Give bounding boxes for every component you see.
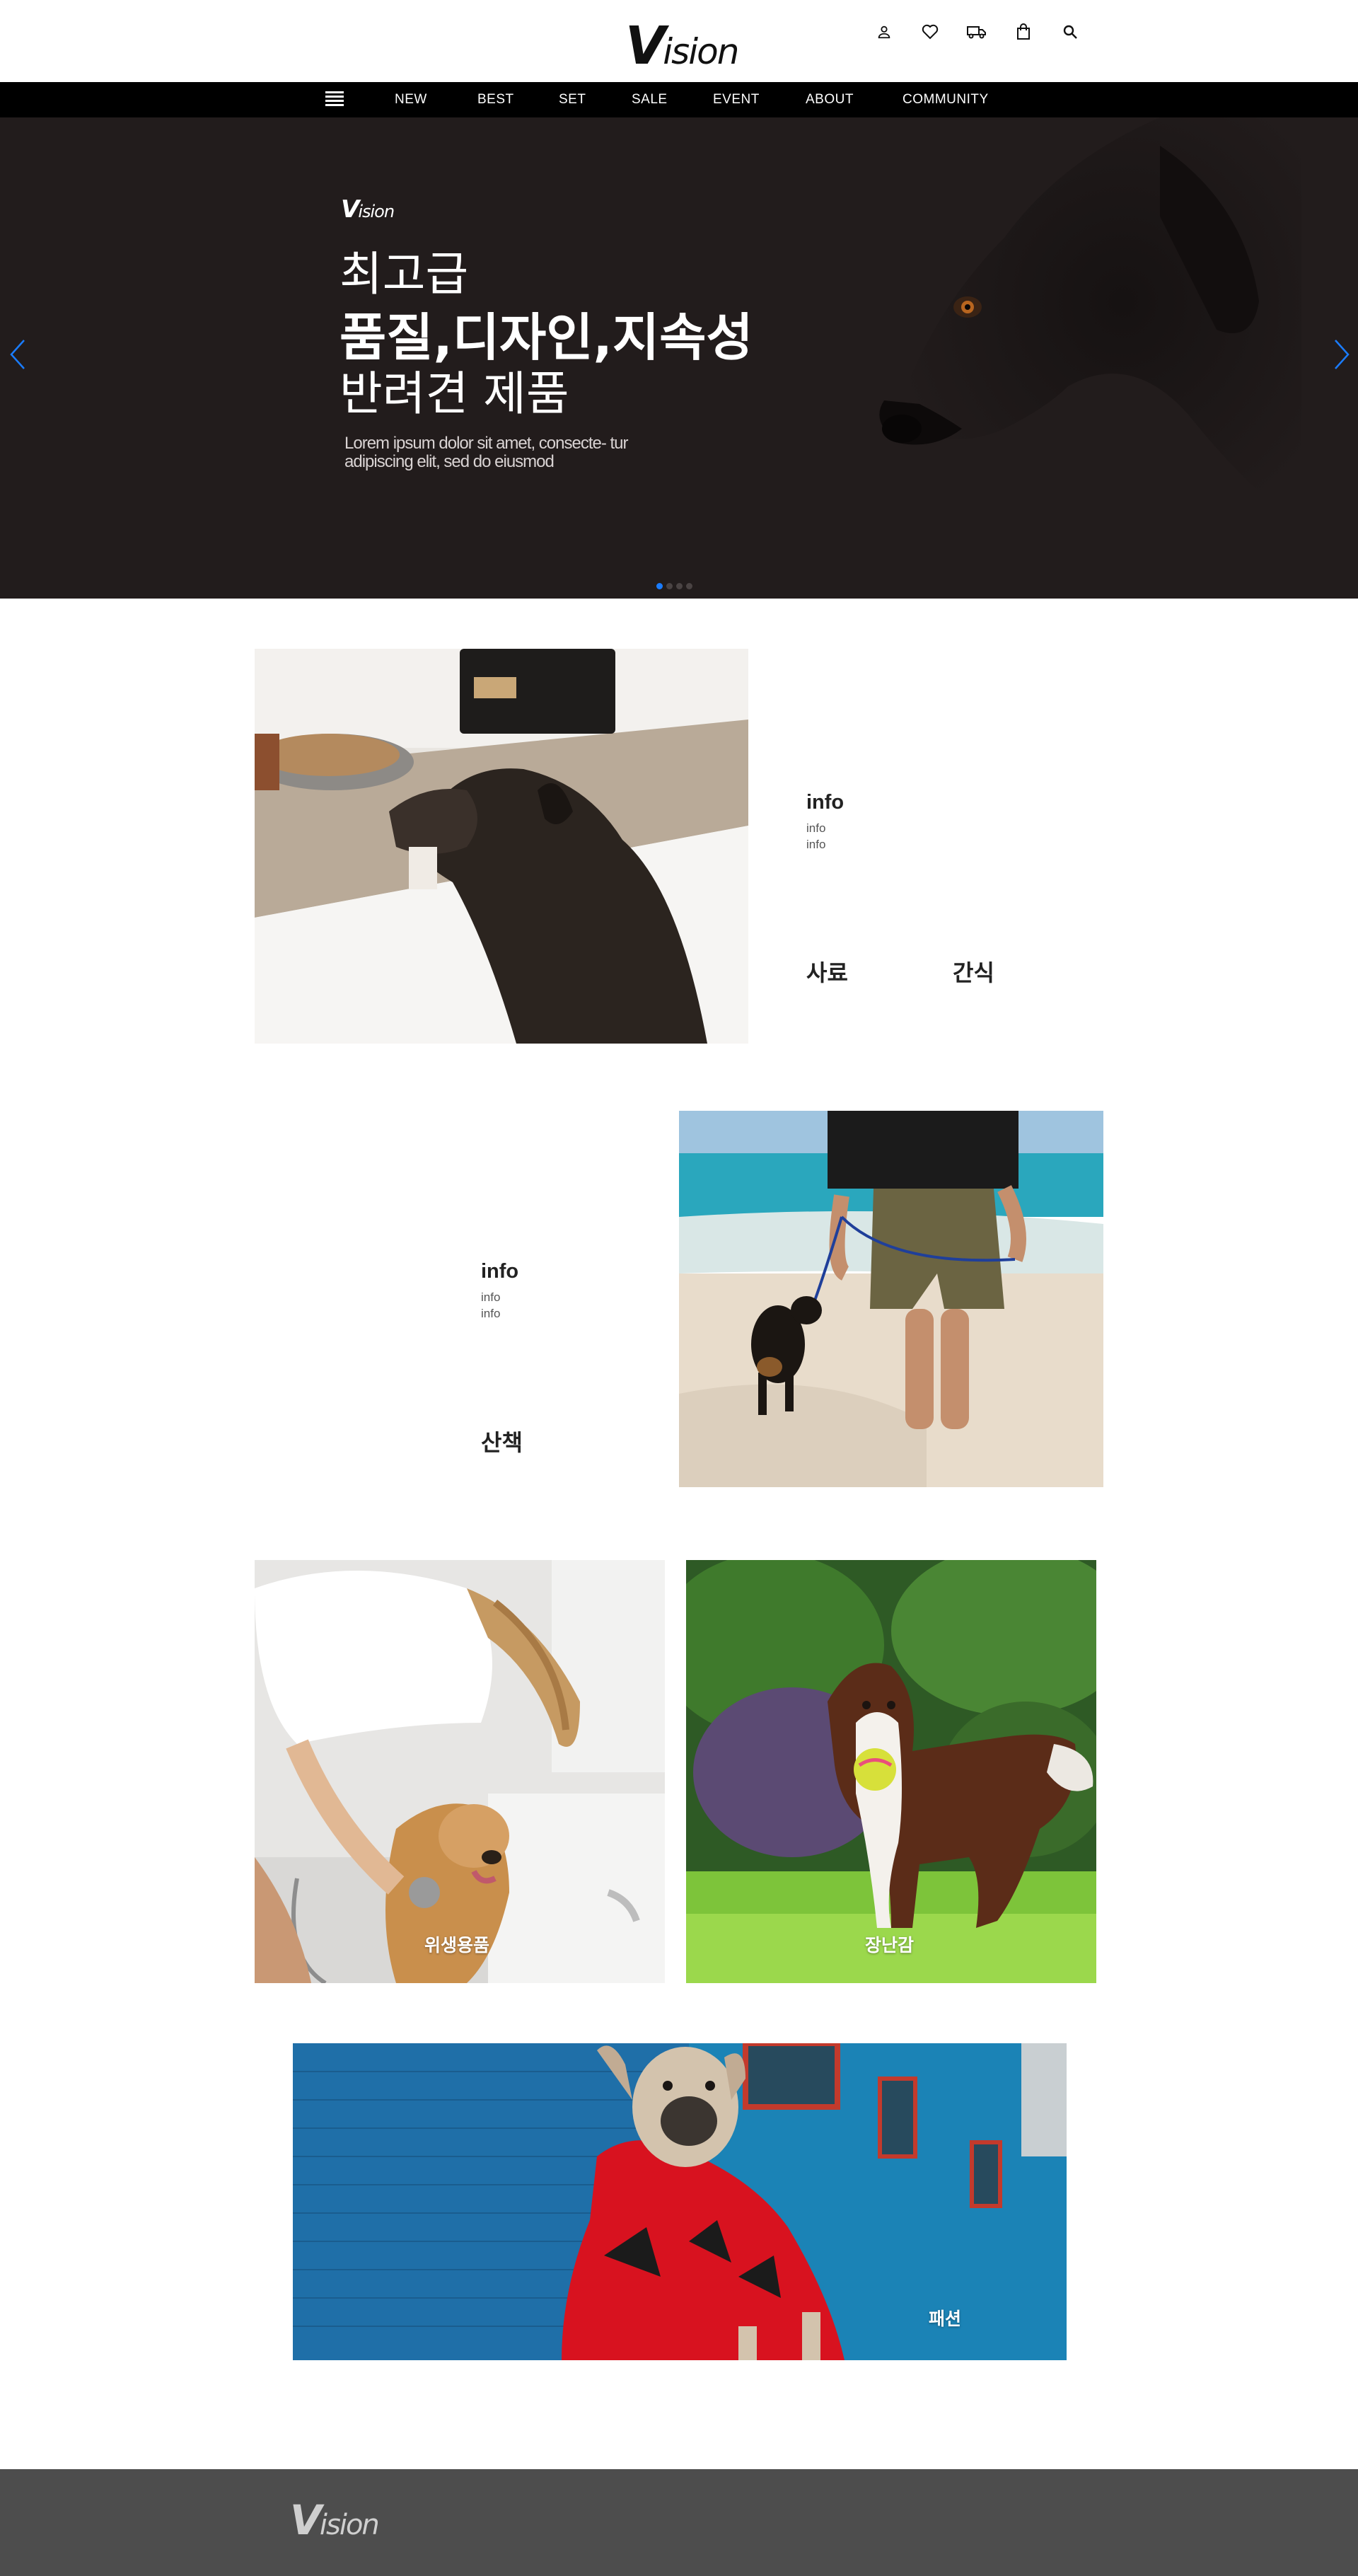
section2-info-line: info xyxy=(481,1290,501,1304)
section1-info-line: info xyxy=(806,838,826,851)
nav-item-about[interactable]: ABOUT xyxy=(806,82,854,117)
beach-walk-image xyxy=(679,1111,1103,1487)
slider-dot[interactable] xyxy=(676,583,683,589)
hamburger-menu-icon[interactable] xyxy=(325,91,344,108)
section2-info-title: info xyxy=(481,1260,519,1283)
slider-dot[interactable] xyxy=(656,583,663,589)
slider-next-arrow-icon[interactable] xyxy=(1327,333,1355,376)
feeding-dog-image xyxy=(255,649,748,1044)
user-icon[interactable] xyxy=(874,20,895,44)
hero-subtitle: Lorem ipsum dolor sit amet, consecte- tu… xyxy=(344,434,629,471)
section1-info-line: info xyxy=(806,821,826,835)
shopping-bag-icon[interactable] xyxy=(1013,20,1034,44)
hero-dog-image xyxy=(879,117,1301,528)
site-header: Vision xyxy=(0,0,1358,82)
section2-info: info info info xyxy=(481,1260,518,1322)
truck-icon[interactable] xyxy=(966,20,987,44)
hero-logo-initial: V xyxy=(341,195,359,224)
logo-initial: V xyxy=(625,16,666,76)
slider-dot[interactable] xyxy=(666,583,673,589)
section1-info-title: info xyxy=(806,791,845,814)
toy-card-caption: 장난감 xyxy=(865,1935,915,1956)
hygiene-card[interactable]: 위생용품 xyxy=(255,1560,665,1983)
nav-item-set[interactable]: SET xyxy=(559,82,586,117)
footer-logo-text: ision xyxy=(319,2509,380,2541)
hygiene-card-caption: 위생용품 xyxy=(424,1935,490,1956)
hero-logo-text: ision xyxy=(358,202,395,221)
category-link-snack[interactable]: 간식 xyxy=(953,955,994,988)
footer-logo-initial: V xyxy=(290,2496,322,2544)
hero-headline-line1: 최고급 xyxy=(340,247,469,301)
toy-card[interactable]: 장난감 xyxy=(686,1560,1096,1983)
footer-logo[interactable]: Vision xyxy=(290,2496,380,2544)
nav-item-community[interactable]: COMMUNITY xyxy=(903,82,989,117)
slider-dot[interactable] xyxy=(686,583,692,589)
section1-info: info info info xyxy=(806,791,844,853)
search-icon[interactable] xyxy=(1060,20,1081,44)
slider-prev-arrow-icon[interactable] xyxy=(4,333,33,376)
main-nav: NEW BEST SET SALE EVENT ABOUT COMMUNITY xyxy=(0,82,1358,117)
fashion-banner[interactable]: 패션 xyxy=(293,2043,1067,2360)
nav-item-event[interactable]: EVENT xyxy=(713,82,760,117)
site-footer: Vision xyxy=(0,2469,1358,2576)
category-link-walk[interactable]: 산책 xyxy=(481,1425,523,1457)
heart-icon[interactable] xyxy=(919,20,941,44)
fashion-banner-caption: 패션 xyxy=(929,2309,962,2329)
hero-headline-line3: 반려견 제품 xyxy=(340,366,569,421)
section2-info-line: info xyxy=(481,1307,501,1320)
nav-item-sale[interactable]: SALE xyxy=(632,82,668,117)
nav-item-new[interactable]: NEW xyxy=(395,82,427,117)
site-logo[interactable]: Vision xyxy=(625,16,739,76)
hero-slider: Vision 최고급 품질,디자인,지속성 반려견 제품 Lorem ipsum… xyxy=(0,117,1358,599)
nav-item-best[interactable]: BEST xyxy=(477,82,514,117)
hero-logo: Vision xyxy=(341,195,395,224)
category-link-food[interactable]: 사료 xyxy=(806,955,848,988)
logo-text: ision xyxy=(663,31,739,72)
